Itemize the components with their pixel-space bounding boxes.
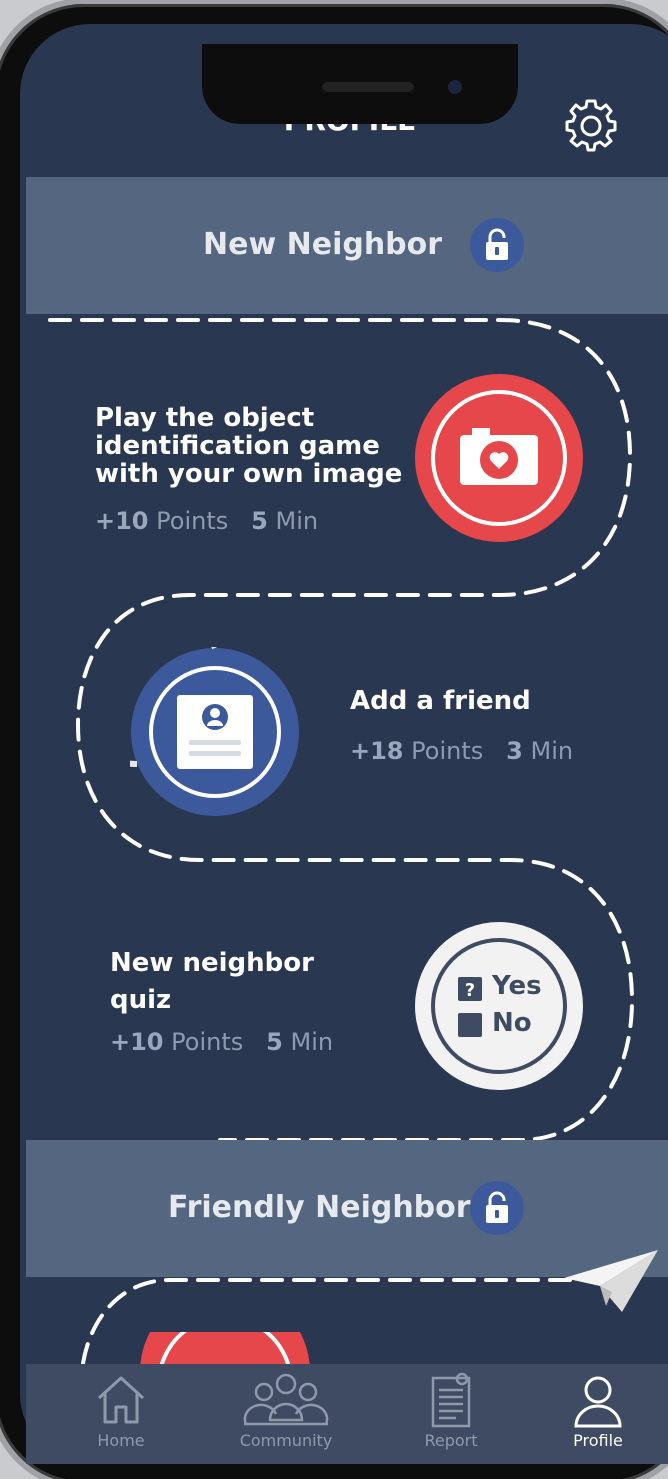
- svg-text:?: ?: [465, 980, 475, 1001]
- quiz-option-yes: Yes: [492, 971, 542, 1001]
- quiz-icon[interactable]: ? Yes No: [414, 921, 584, 1091]
- nav-profile[interactable]: Profile: [528, 1364, 668, 1464]
- unlock-icon: [470, 1181, 524, 1235]
- device-mockup: PROFILE New Neighbor Play the object ide…: [0, 0, 668, 1479]
- community-icon: [243, 1373, 329, 1426]
- nav-home[interactable]: Home: [51, 1364, 191, 1464]
- level-label: Friendly Neighbor: [168, 1190, 471, 1225]
- task-meta: +18 Points 3 Min: [350, 737, 574, 765]
- bottom-nav: Home Community Report Profile: [26, 1364, 668, 1464]
- task-meta: +10 Points 5 Min: [95, 507, 319, 535]
- home-icon: [97, 1376, 145, 1424]
- front-camera: [448, 80, 462, 94]
- gear-icon[interactable]: [563, 98, 619, 154]
- profile-icon: [574, 1376, 622, 1428]
- paper-airplane-icon: [560, 1246, 660, 1320]
- report-icon: [431, 1372, 471, 1428]
- speaker: [322, 82, 414, 92]
- camera-heart-icon[interactable]: [414, 373, 584, 547]
- task-title: Add a friend: [350, 686, 531, 716]
- profile-card-icon[interactable]: [50, 593, 300, 821]
- task-meta: +10 Points 5 Min: [110, 1028, 334, 1056]
- task-title: New neighbor quiz: [110, 948, 314, 1015]
- quiz-option-no: No: [492, 1008, 532, 1038]
- notch: [202, 44, 518, 124]
- task-title: Play the object identification game with…: [95, 403, 403, 489]
- nav-report[interactable]: Report: [381, 1364, 521, 1464]
- nav-community[interactable]: Community: [216, 1364, 356, 1464]
